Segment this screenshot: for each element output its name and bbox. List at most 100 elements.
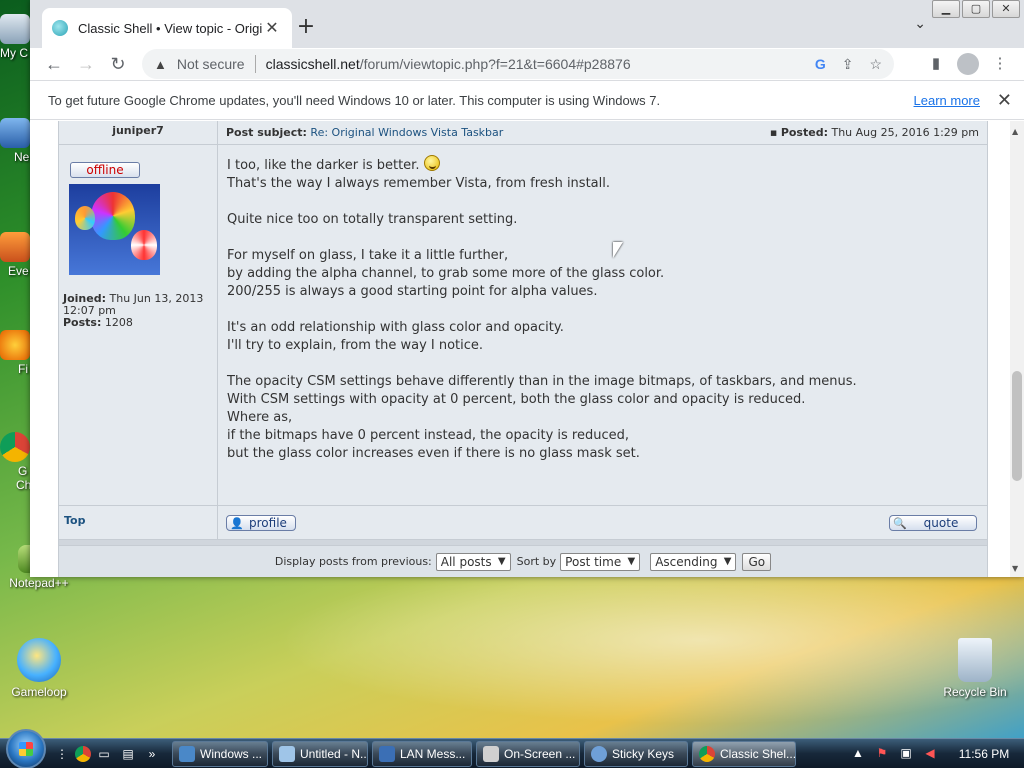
back-button[interactable]: ← xyxy=(38,50,70,78)
omnibox-divider xyxy=(254,55,256,73)
warning-icon[interactable]: ▲ xyxy=(154,57,167,72)
infobar-close-icon[interactable]: ✕ xyxy=(997,90,1012,111)
post-author[interactable]: juniper7 xyxy=(59,121,218,144)
scroll-up-arrow-icon[interactable]: ▲ xyxy=(1012,127,1018,136)
desktop-show-icon[interactable]: ▭ xyxy=(93,745,115,763)
side-panel-icon[interactable]: ▮ xyxy=(920,50,952,78)
top-link[interactable]: Top xyxy=(59,506,218,539)
subject-label: Post subject: xyxy=(226,126,307,139)
tray-expand-icon[interactable]: ▲ xyxy=(849,746,867,762)
posts-value: 1208 xyxy=(104,316,133,329)
new-tab-button[interactable]: + xyxy=(292,14,320,39)
toolbar-right: ▮ ⋮ xyxy=(920,50,1016,78)
sort-by-select[interactable]: Post time ▼ xyxy=(560,552,641,571)
posts-label: Posts: xyxy=(63,316,102,329)
desktop-icon-recycle-bin[interactable]: Recycle Bin xyxy=(940,638,1010,699)
url-text[interactable]: classicshell.net/forum/viewtopic.php?f=2… xyxy=(266,56,807,72)
start-button[interactable] xyxy=(6,728,46,768)
gameloop-icon xyxy=(17,638,61,682)
profile-button[interactable]: 👤 profile xyxy=(226,514,296,531)
reload-button[interactable]: ↻ xyxy=(102,50,134,78)
tab-title: Classic Shell • View topic - Origin xyxy=(78,20,262,36)
go-button[interactable]: Go xyxy=(742,552,772,571)
computer-icon xyxy=(0,14,30,44)
taskbar-item-windows[interactable]: Windows ... xyxy=(172,740,268,767)
url-domain: classicshell.net xyxy=(265,56,360,72)
keyboard-icon xyxy=(483,745,499,762)
forward-button[interactable]: → xyxy=(70,50,102,78)
quote-magnifier-icon: 🔍 xyxy=(893,516,907,530)
post-body: offline Joined: Thu Jun 13, 2013 12:07 p… xyxy=(59,145,987,505)
volume-muted-icon[interactable]: ◀ xyxy=(921,746,939,762)
explorer-icon xyxy=(179,745,195,762)
maximize-button[interactable]: ▢ xyxy=(962,0,990,18)
forum-post: juniper7 Post subject: Re: Original Wind… xyxy=(58,121,988,577)
offline-badge: offline xyxy=(70,162,140,178)
chevron-down-icon: ▼ xyxy=(723,555,732,567)
post-paragraph: Quite nice too on totally transparent se… xyxy=(227,212,518,227)
author-profile: offline Joined: Thu Jun 13, 2013 12:07 p… xyxy=(59,145,218,505)
chevron-down-icon: ▼ xyxy=(627,555,636,567)
sort-order-select[interactable]: Ascending ▼ xyxy=(650,552,737,571)
app-icon xyxy=(0,232,30,262)
recycle-bin-icon xyxy=(958,638,992,682)
post-icon[interactable]: ▪ xyxy=(770,126,777,139)
learn-more-link[interactable]: Learn more xyxy=(914,93,980,108)
menu-kebab-icon[interactable]: ⋮ xyxy=(984,50,1016,78)
update-infobar: To get future Google Chrome updates, you… xyxy=(30,80,1024,120)
minimize-button[interactable]: ▁ xyxy=(932,0,960,18)
post-content: I too, like the darker is better. That's… xyxy=(218,145,987,505)
post-footer: Top 👤 profile 🔍 quote xyxy=(59,505,987,539)
post-subject: Post subject: Re: Original Windows Vista… xyxy=(218,126,770,139)
lan-messenger-icon xyxy=(379,745,395,762)
taskbar-item-notepad[interactable]: Untitled - N... xyxy=(272,740,368,767)
profile-avatar[interactable] xyxy=(952,50,984,78)
display-label: Display posts from previous: xyxy=(274,555,432,568)
network-icon xyxy=(0,118,30,148)
taskbar-item-lan-messenger[interactable]: LAN Mess... xyxy=(372,740,472,767)
grip-icon: ⋮ xyxy=(56,746,68,761)
window-controls: ▁ ▢ ✕ xyxy=(930,0,1020,18)
google-lens-icon[interactable]: G xyxy=(815,56,826,72)
post-paragraph: I too, like the darker is better. That's… xyxy=(227,155,978,193)
sort-label: Sort by xyxy=(516,555,557,568)
clock[interactable]: 11:56 PM xyxy=(954,747,1014,761)
tab-search-chevron-icon[interactable]: ⌄ xyxy=(914,16,926,32)
smiley-icon xyxy=(423,155,440,171)
quote-button[interactable]: 🔍 quote xyxy=(889,514,977,531)
taskbar-item-on-screen-keyboard[interactable]: On-Screen ... xyxy=(476,740,580,767)
close-tab-icon[interactable]: ✕ xyxy=(262,18,282,38)
display-filter: Display posts from previous: All posts ▼ … xyxy=(59,545,987,577)
post-paragraph: It's an odd relationship with glass colo… xyxy=(227,320,564,353)
post-paragraph: For myself on glass, I take it a little … xyxy=(227,248,665,299)
action-center-flag-icon[interactable]: ⚑ xyxy=(873,746,891,762)
tab-strip: Classic Shell • View topic - Origin ✕ + … xyxy=(30,0,1024,48)
not-secure-label[interactable]: Not secure xyxy=(177,56,245,72)
close-window-button[interactable]: ✕ xyxy=(992,0,1020,18)
share-icon[interactable]: ⇪ xyxy=(842,56,854,73)
desktop-icon-gameloop[interactable]: Gameloop xyxy=(4,638,74,699)
sticky-keys-icon xyxy=(591,745,607,762)
display-posts-select[interactable]: All posts ▼ xyxy=(435,552,511,571)
taskbar-item-chrome[interactable]: Classic Shel... xyxy=(692,740,796,767)
page-viewport: juniper7 Post subject: Re: Original Wind… xyxy=(30,121,1024,577)
chrome-icon xyxy=(699,745,715,762)
switch-windows-icon[interactable]: ▤ xyxy=(117,745,139,763)
scroll-thumb[interactable] xyxy=(1012,371,1022,481)
chrome-quick-icon[interactable] xyxy=(75,745,91,762)
system-tray: ▲ ⚑ ▣ ◀ 11:56 PM xyxy=(846,746,1024,762)
network-tray-icon[interactable]: ▣ xyxy=(897,746,915,762)
browser-toolbar: ← → ↻ ▲ Not secure classicshell.net/foru… xyxy=(30,48,1024,80)
more-quick-icon[interactable]: » xyxy=(141,745,163,763)
page-scrollbar[interactable]: ▲ ▼ xyxy=(1010,121,1024,577)
user-avatar-balloons xyxy=(69,184,160,275)
taskbar-item-sticky-keys[interactable]: Sticky Keys xyxy=(584,740,688,767)
notepad-icon xyxy=(279,745,295,762)
subject-link[interactable]: Re: Original Windows Vista Taskbar xyxy=(310,126,503,139)
bookmark-star-icon[interactable]: ☆ xyxy=(869,56,882,73)
scroll-down-arrow-icon[interactable]: ▼ xyxy=(1012,564,1018,573)
address-bar[interactable]: ▲ Not secure classicshell.net/forum/view… xyxy=(142,49,894,79)
tab-active[interactable]: Classic Shell • View topic - Origin ✕ xyxy=(42,8,292,48)
post-paragraph: The opacity CSM settings behave differen… xyxy=(227,374,857,461)
post-header: juniper7 Post subject: Re: Original Wind… xyxy=(59,121,987,145)
